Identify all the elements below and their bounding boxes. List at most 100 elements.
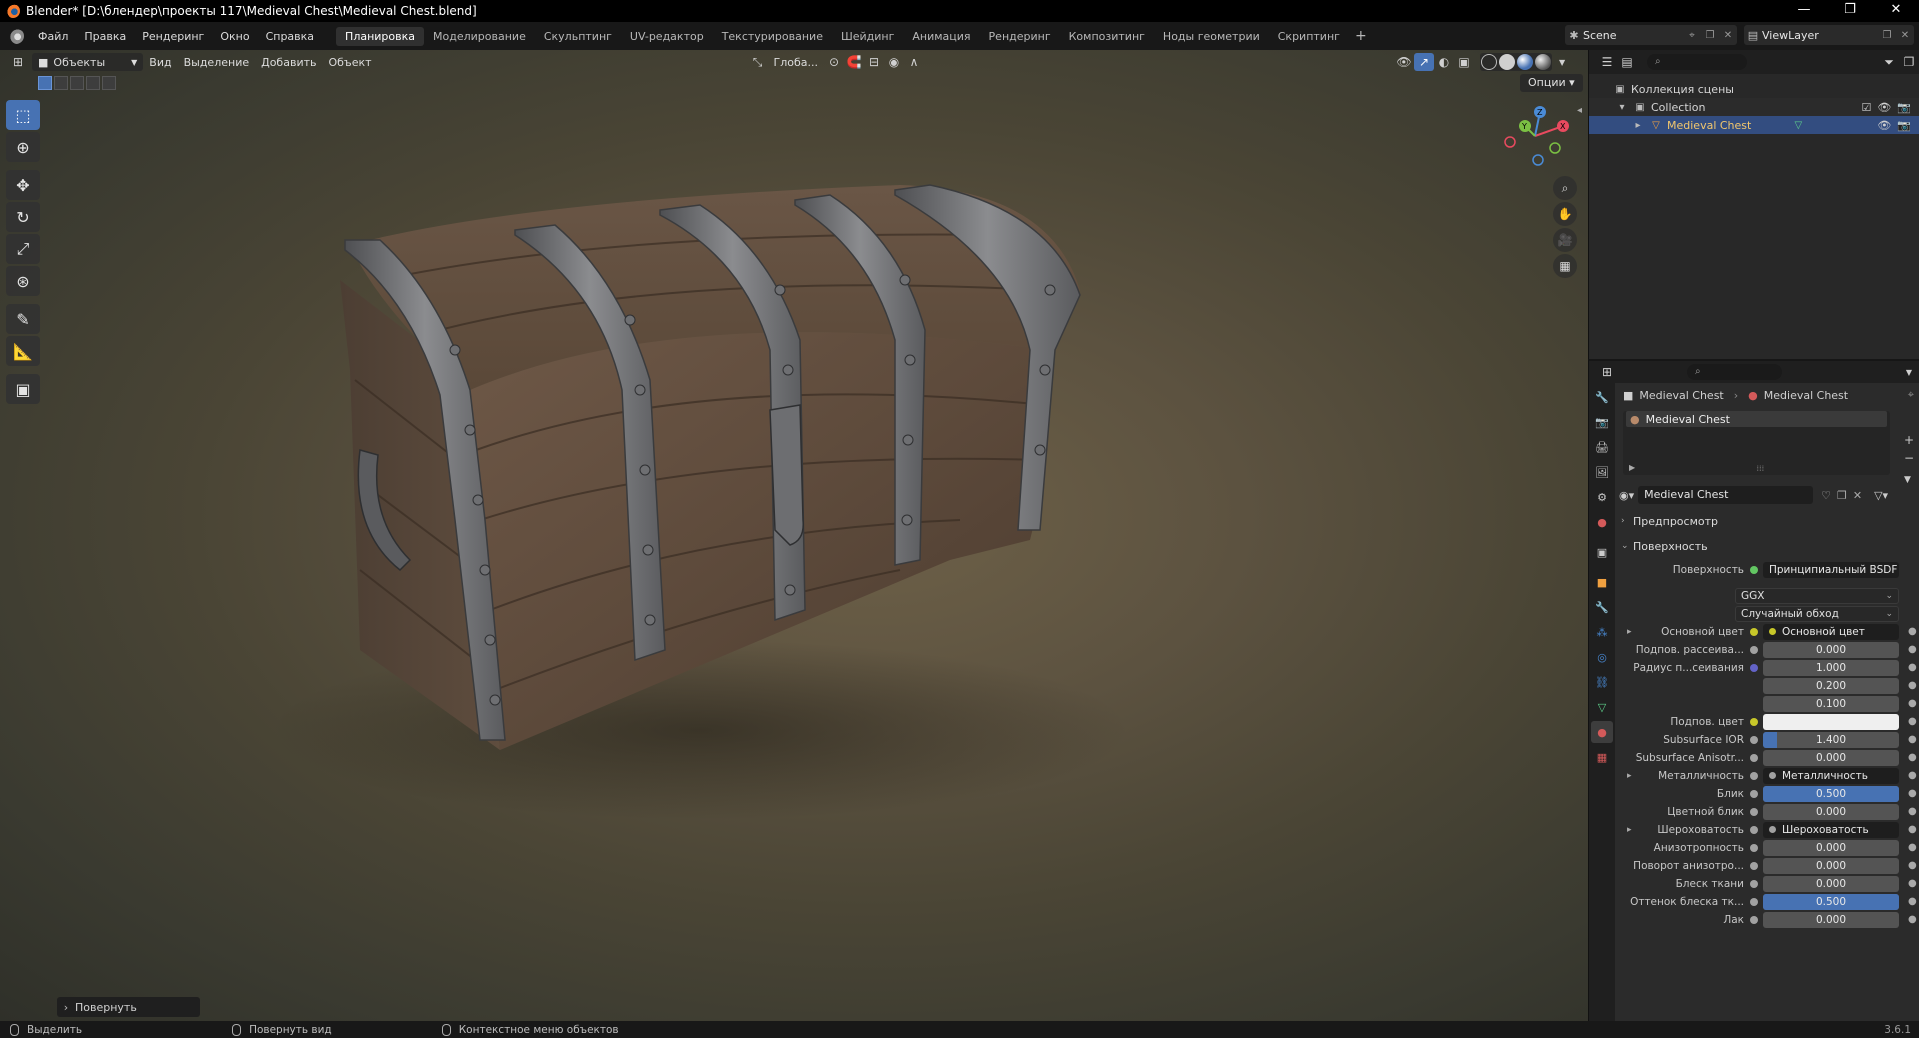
mesh-data-icon[interactable]: ▽ bbox=[1791, 119, 1805, 131]
color-swatch-field[interactable] bbox=[1763, 714, 1899, 730]
remove-view-layer-icon[interactable]: ✕ bbox=[1896, 30, 1914, 41]
solid-shading-icon[interactable] bbox=[1499, 54, 1516, 70]
menu-render[interactable]: Рендеринг bbox=[134, 30, 212, 43]
keyframe-dot-icon[interactable]: ● bbox=[1908, 749, 1917, 767]
proportional-edit-icon[interactable]: ◉ bbox=[884, 53, 904, 71]
input-socket-icon[interactable] bbox=[1750, 790, 1758, 798]
resize-handle-icon[interactable]: ⁞⁞⁞ bbox=[1757, 464, 1765, 473]
cursor-tool-icon[interactable]: ⊕ bbox=[6, 132, 40, 162]
minimize-button[interactable]: — bbox=[1781, 0, 1827, 22]
input-socket-icon[interactable] bbox=[1750, 844, 1758, 852]
keyframe-dot-icon[interactable]: ● bbox=[1908, 731, 1917, 749]
menu-file[interactable]: Файл bbox=[30, 30, 76, 43]
measure-tool-icon[interactable]: 📐 bbox=[6, 336, 40, 366]
keyframe-dot-icon[interactable]: ● bbox=[1908, 803, 1917, 821]
numeric-slider-field[interactable]: 0.500 bbox=[1763, 894, 1899, 910]
annotate-tool-icon[interactable]: ✎ bbox=[6, 304, 40, 334]
xray-toggle-icon[interactable]: ▣ bbox=[1454, 53, 1474, 71]
constraints-tab-icon[interactable]: ⛓ bbox=[1591, 671, 1613, 693]
view-layer-selector[interactable]: ▤ ViewLayer ❐ ✕ bbox=[1744, 25, 1914, 45]
pin-icon[interactable]: ⌖ bbox=[1683, 30, 1701, 41]
pan-hand-icon[interactable]: ✋ bbox=[1553, 202, 1577, 226]
rotate-tool-icon[interactable]: ↻ bbox=[6, 202, 40, 232]
wireframe-shading-icon[interactable] bbox=[1481, 54, 1498, 70]
mode-selector[interactable]: ■ Объекты ▼ bbox=[32, 53, 144, 71]
keyframe-dot-icon[interactable]: ● bbox=[1908, 839, 1917, 857]
keyframe-dot-icon[interactable]: ● bbox=[1908, 767, 1917, 785]
object-tab-icon[interactable]: ■ bbox=[1591, 571, 1613, 593]
select-new-icon[interactable] bbox=[38, 76, 52, 90]
scene-tab-icon[interactable]: ⚙ bbox=[1591, 486, 1613, 508]
new-view-layer-icon[interactable]: ❐ bbox=[1878, 30, 1896, 41]
numeric-slider-field[interactable]: 1.000 bbox=[1763, 660, 1899, 676]
transform-tool-icon[interactable]: ⊛ bbox=[6, 266, 40, 296]
render-tab-icon[interactable]: 📷 bbox=[1591, 411, 1613, 433]
overlay-toggle-icon[interactable]: ◐ bbox=[1434, 53, 1454, 71]
menu-help[interactable]: Справка bbox=[258, 30, 322, 43]
snap-icon[interactable]: 🧲 bbox=[844, 53, 864, 71]
new-scene-icon[interactable]: ❐ bbox=[1701, 30, 1719, 41]
properties-editor-icon[interactable]: ⊞ bbox=[1597, 363, 1617, 381]
pivot-point-icon[interactable]: ⊙ bbox=[824, 53, 844, 71]
keyframe-dot-icon[interactable]: ● bbox=[1908, 893, 1917, 911]
keyframe-dot-icon[interactable]: ● bbox=[1908, 857, 1917, 875]
visibility-icon[interactable]: 👁 bbox=[1394, 53, 1414, 71]
input-socket-icon[interactable] bbox=[1750, 808, 1758, 816]
3d-viewport[interactable]: ⊞ ■ Объекты ▼ Вид Выделение Добавить Объ… bbox=[0, 50, 1588, 1021]
slot-specials-chevron-icon[interactable]: ▼ bbox=[1904, 475, 1914, 485]
input-socket-icon[interactable] bbox=[1750, 880, 1758, 888]
scale-tool-icon[interactable]: ⤢ bbox=[6, 234, 40, 264]
options-dropdown[interactable]: Опции ▾ bbox=[1520, 74, 1583, 92]
add-workspace-button[interactable]: + bbox=[1349, 28, 1373, 44]
input-socket-icon[interactable] bbox=[1750, 898, 1758, 906]
keyframe-dot-icon[interactable]: ● bbox=[1908, 695, 1917, 713]
tab-rendering[interactable]: Рендеринг bbox=[980, 27, 1060, 46]
numeric-slider-field[interactable]: 0.000 bbox=[1763, 804, 1899, 820]
numeric-slider-field[interactable]: 0.100 bbox=[1763, 696, 1899, 712]
tab-sculpting[interactable]: Скульптинг bbox=[535, 27, 621, 46]
rendered-shading-icon[interactable] bbox=[1535, 54, 1552, 70]
subsurface-method-dropdown[interactable]: Случайный обход ⌄ bbox=[1735, 606, 1899, 622]
keyframe-dot-icon[interactable]: ● bbox=[1908, 659, 1917, 677]
menu-window[interactable]: Окно bbox=[212, 30, 257, 43]
transform-orientation-selector[interactable]: Глоба... bbox=[768, 53, 824, 71]
material-browse-icon[interactable]: ◉▾ bbox=[1619, 489, 1634, 502]
input-socket-icon[interactable] bbox=[1750, 772, 1758, 780]
pin-icon[interactable]: ⌖ bbox=[1908, 388, 1914, 402]
physics-tab-icon[interactable]: ◎ bbox=[1591, 646, 1613, 668]
properties-search-input[interactable]: ⌕ bbox=[1687, 364, 1782, 380]
keyframe-dot-icon[interactable]: ● bbox=[1908, 875, 1917, 893]
numeric-slider-field[interactable]: 0.200 bbox=[1763, 678, 1899, 694]
add-cube-tool-icon[interactable]: ▣ bbox=[6, 374, 40, 404]
camera-view-icon[interactable]: 🎥 bbox=[1553, 228, 1577, 252]
tab-compositing[interactable]: Композитинг bbox=[1060, 27, 1154, 46]
zoom-icon[interactable]: ⌕ bbox=[1553, 176, 1577, 200]
camera-icon[interactable]: 📷 bbox=[1897, 101, 1911, 114]
collection-tab-icon[interactable]: ▣ bbox=[1591, 541, 1613, 563]
sidebar-collapse-icon[interactable]: ◂ bbox=[1577, 105, 1582, 116]
exclude-checkbox-icon[interactable]: ☑ bbox=[1861, 101, 1871, 114]
tool-tab-icon[interactable]: 🔧 bbox=[1591, 386, 1613, 408]
move-tool-icon[interactable]: ✥ bbox=[6, 170, 40, 200]
numeric-slider-field[interactable]: 1.400 bbox=[1763, 732, 1899, 748]
input-socket-icon[interactable] bbox=[1750, 646, 1758, 654]
menu-select[interactable]: Выделение bbox=[178, 53, 256, 71]
modifier-tab-icon[interactable]: 🔧 bbox=[1591, 596, 1613, 618]
distribution-dropdown[interactable]: GGX ⌄ bbox=[1735, 588, 1899, 604]
camera-icon[interactable]: 📷 bbox=[1897, 119, 1911, 132]
outliner-search-input[interactable]: ⌕ bbox=[1647, 54, 1747, 70]
unlink-material-icon[interactable]: ✕ bbox=[1853, 489, 1862, 502]
navigation-gizmo[interactable]: X Z Y bbox=[1500, 98, 1570, 168]
scene-selector[interactable]: ✱ Scene ⌖ ❐ ✕ bbox=[1565, 25, 1737, 45]
keyframe-dot-icon[interactable]: ● bbox=[1908, 785, 1917, 803]
material-tab-icon[interactable]: ● bbox=[1591, 721, 1613, 743]
properties-options-chevron-icon[interactable]: ▼ bbox=[1899, 363, 1919, 381]
numeric-slider-field[interactable]: 0.000 bbox=[1763, 912, 1899, 928]
tab-shading[interactable]: Шейдинг bbox=[832, 27, 903, 46]
particles-tab-icon[interactable]: ⁂ bbox=[1591, 621, 1613, 643]
input-socket-icon[interactable] bbox=[1750, 916, 1758, 924]
input-socket-icon[interactable] bbox=[1750, 718, 1758, 726]
material-slot-item[interactable]: ● Medieval Chest bbox=[1626, 411, 1887, 427]
numeric-slider-field[interactable]: 0.000 bbox=[1763, 876, 1899, 892]
falloff-icon[interactable]: ∧ bbox=[904, 53, 924, 71]
